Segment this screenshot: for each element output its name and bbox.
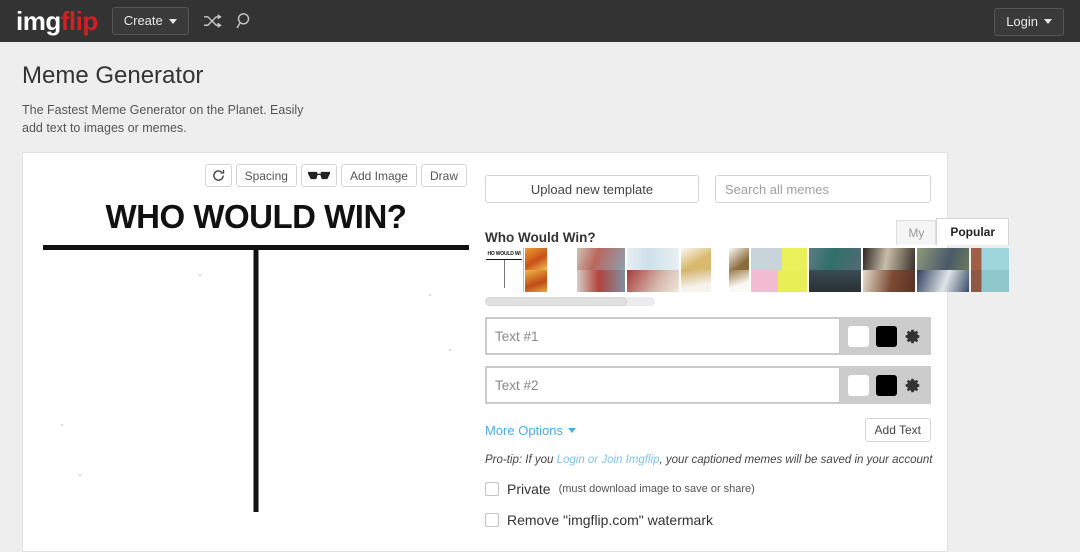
gear-icon[interactable] [904, 328, 921, 345]
login-button-label: Login [1006, 14, 1038, 29]
template-source-row: Upload new template [485, 175, 1009, 203]
template-tabs: My Popular [896, 217, 1009, 245]
meme-top-text[interactable]: WHO WOULD WIN? [39, 194, 473, 236]
thumbnail-phone-girl[interactable] [971, 248, 1009, 292]
more-options-label: More Options [485, 422, 564, 438]
canvas-speck [199, 274, 201, 276]
thumbnail-cartoon-eyes[interactable] [627, 248, 679, 292]
selected-template-name: Who Would Win? [485, 230, 596, 245]
more-options-toggle[interactable]: More Options [485, 422, 577, 438]
thumbnail-gap [713, 248, 727, 292]
outline-color-swatch-2[interactable] [848, 374, 869, 396]
upload-new-template-button[interactable]: Upload new template [485, 175, 699, 203]
draw-button[interactable]: Draw [420, 164, 467, 187]
private-note: (must download image to save or share) [558, 483, 755, 495]
text-row-1 [485, 317, 931, 355]
logo-img-text: img [16, 6, 61, 36]
search-memes-input[interactable] [715, 175, 931, 203]
canvas-speck [429, 294, 431, 296]
thumbnail-road-sign[interactable] [809, 248, 861, 292]
canvas-column: Spacing Add Image Draw WHO WOULD WIN? [23, 153, 481, 551]
chevron-down-icon [568, 427, 577, 433]
add-image-button[interactable]: Add Image [340, 164, 417, 187]
private-checkbox-row: Private (must download image to save or … [485, 481, 1009, 497]
gear-icon[interactable] [904, 377, 921, 394]
thumbnail-scrollbar-thumb[interactable] [485, 297, 627, 306]
thumbnail-scrollbar-track[interactable] [485, 297, 655, 306]
imgflip-logo[interactable]: imgflip [16, 8, 98, 34]
private-checkbox[interactable] [485, 482, 499, 496]
meme-vertical-divider [253, 250, 259, 512]
template-header-row: Who Would Win? My Popular [485, 217, 1009, 245]
canvas-speck [449, 349, 451, 351]
canvas-speck [61, 424, 63, 426]
chevron-down-icon [168, 18, 177, 24]
text-row-2 [485, 366, 931, 404]
controls-column: Upload new template Who Would Win? My Po… [481, 153, 1025, 551]
text-style-controls-2 [840, 367, 930, 403]
canvas-speck [79, 474, 81, 476]
page-title: Meme Generator [22, 62, 204, 89]
top-navbar: imgflip Create Login [0, 0, 1080, 42]
create-button[interactable]: Create [111, 7, 189, 35]
watermark-checkbox[interactable] [485, 513, 499, 527]
fill-color-swatch-1[interactable] [876, 325, 897, 347]
tab-popular[interactable]: Popular [936, 217, 1009, 245]
tab-my[interactable]: My [896, 219, 937, 245]
thumbnail-orange-cat[interactable] [525, 248, 547, 292]
sunglasses-icon[interactable] [300, 164, 337, 187]
thumbnail-vinyl-record[interactable] [863, 248, 915, 292]
template-thumbnail-strip[interactable]: HO WOULD WI [485, 248, 1009, 292]
thumbnail-owl[interactable] [681, 248, 711, 292]
generator-panel: Spacing Add Image Draw WHO WOULD WIN? Up… [22, 152, 1009, 552]
pro-tip-suffix: , your captioned memes will be saved in … [659, 454, 933, 466]
pro-tip-text: Pro-tip: If you Login or Join Imgflip, y… [485, 454, 1009, 466]
fill-color-swatch-2[interactable] [876, 374, 897, 396]
thumbnail-two-people[interactable] [577, 248, 625, 292]
text-input-1[interactable] [486, 318, 840, 354]
login-join-link[interactable]: Login or Join Imgflip [557, 454, 660, 466]
spacing-button[interactable]: Spacing [235, 164, 297, 187]
thumbnail-small-bird[interactable] [729, 248, 749, 292]
pro-tip-prefix: Pro-tip: If you [485, 454, 557, 466]
thumbnail-who-would-win[interactable]: HO WOULD WI [485, 248, 524, 292]
outline-color-swatch-1[interactable] [848, 325, 869, 347]
login-button[interactable]: Login [994, 8, 1064, 36]
rotate-icon[interactable] [204, 164, 232, 187]
thumbnail-gap [549, 248, 575, 292]
options-row: More Options Add Text [485, 418, 931, 442]
thumbnail-outdoor-scene[interactable] [917, 248, 969, 292]
thumbnail-yellow-balloon[interactable] [751, 248, 807, 292]
page-header: Meme Generator The Fastest Meme Generato… [0, 42, 1080, 137]
watermark-label: Remove "imgflip.com" watermark [507, 512, 713, 528]
search-icon[interactable] [236, 12, 254, 30]
watermark-checkbox-row: Remove "imgflip.com" watermark [485, 512, 1009, 528]
chevron-down-icon [1044, 19, 1052, 25]
meme-canvas[interactable]: WHO WOULD WIN? [39, 194, 473, 546]
page-subtitle: The Fastest Meme Generator on the Planet… [22, 103, 304, 136]
logo-flip-text: flip [60, 6, 99, 36]
text-input-2[interactable] [486, 367, 840, 403]
create-button-label: Create [123, 13, 163, 29]
shuffle-icon[interactable] [203, 13, 222, 29]
text-style-controls-1 [840, 318, 930, 354]
private-label: Private [507, 481, 551, 497]
canvas-toolbar: Spacing Add Image Draw [31, 163, 473, 188]
add-text-button[interactable]: Add Text [864, 418, 931, 442]
